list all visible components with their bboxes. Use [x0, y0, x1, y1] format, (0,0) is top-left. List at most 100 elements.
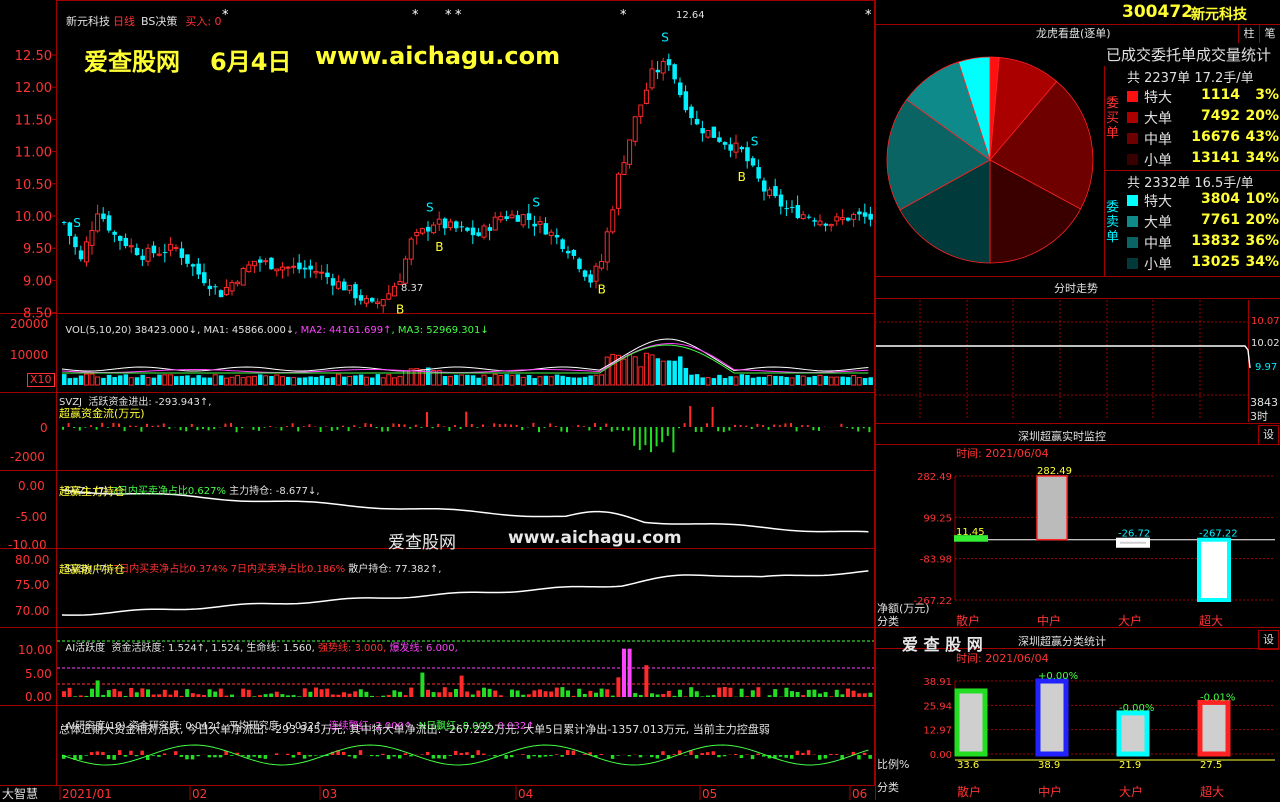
mode-title[interactable]: 龙虎看盘(逐单): [1036, 25, 1111, 41]
candle-body: [152, 246, 157, 254]
ai-bar: [549, 691, 553, 697]
volume-bar: [751, 378, 756, 385]
research-bar: [611, 755, 615, 759]
research-bar: [600, 754, 604, 755]
ai-bar: [185, 689, 189, 697]
svzj-bar: [504, 424, 506, 427]
ai-strong: 强势线: 3.000,: [315, 643, 390, 654]
classify-axis-unit: 比例%: [877, 756, 909, 772]
candle-body: [443, 219, 448, 229]
candle-body: [504, 216, 509, 219]
candle-body: [180, 248, 185, 258]
volume-bar: [426, 367, 431, 385]
monitor-axis-label: 282.49: [917, 472, 952, 483]
classify-category-label: 超大: [1200, 784, 1224, 799]
svzj-bar: [381, 427, 383, 432]
candle-body: [348, 285, 352, 290]
vol-name: VOL(5,10,20): [65, 325, 131, 336]
ai-bar: [471, 694, 475, 697]
svzj-bar: [600, 427, 602, 430]
svzj-bar: [723, 427, 725, 432]
candle-body: [706, 130, 710, 137]
research-bar: [174, 751, 178, 755]
candle-body: [219, 290, 224, 297]
candle-body: [678, 83, 683, 96]
ai-axis-10: 10.00: [18, 643, 52, 657]
volume-bar: [824, 376, 829, 385]
svzj-bar: [639, 427, 641, 450]
research-bar: [84, 755, 88, 756]
order-row-percent: 43%: [1245, 129, 1279, 145]
tick-mode-button[interactable]: 笔: [1259, 25, 1280, 43]
candle-body: [336, 282, 340, 288]
research-bar: [432, 755, 436, 759]
bar-mode-button[interactable]: 柱: [1238, 25, 1259, 43]
candle-body: [650, 69, 654, 88]
research-bar: [387, 755, 391, 759]
svzj-bar: [566, 427, 568, 432]
research-bar: [454, 751, 458, 755]
ai-bar: [712, 695, 716, 697]
volume-bar: [712, 378, 717, 385]
volume-bar: [857, 378, 861, 385]
svzj-bar: [555, 426, 557, 427]
order-row-swatch: [1127, 133, 1138, 144]
strategy-label[interactable]: BS决策: [141, 15, 177, 28]
date-label: 2021/01: [62, 787, 112, 800]
order-row-percent: 20%: [1245, 212, 1279, 228]
volume-bar: [510, 375, 514, 385]
svzj-bar: [398, 424, 400, 427]
svzj-bar: [426, 412, 428, 427]
svzj-bar: [628, 427, 630, 430]
ai-bar: [801, 695, 805, 697]
volume-bar: [152, 378, 157, 385]
event-star: *: [620, 8, 627, 23]
monitor-bar: [1118, 540, 1148, 546]
research-bar: [639, 755, 643, 757]
volume-bar: [499, 375, 503, 385]
svzj-bar: [79, 427, 81, 431]
svzj-bar: [745, 426, 747, 427]
period-label[interactable]: 日线: [113, 15, 135, 28]
ai-bar: [353, 691, 357, 697]
candle-body: [157, 254, 161, 255]
svzj-bar: [644, 427, 646, 445]
candle-body: [863, 212, 868, 216]
svzj-bar: [549, 423, 551, 427]
svzj-bar: [84, 427, 86, 428]
ai-bar: [118, 691, 122, 697]
ai-bar: [672, 696, 676, 697]
ai-bar: [247, 690, 251, 697]
ai-bar: [381, 696, 385, 697]
svzj-bar: [751, 427, 753, 429]
order-row-swatch: [1127, 91, 1138, 102]
candle-body: [516, 215, 521, 222]
stock-name[interactable]: 新元科技: [66, 15, 110, 28]
candle-body: [202, 272, 207, 283]
research-bar: [342, 752, 346, 755]
candle-body: [745, 147, 750, 161]
ai-bar: [73, 696, 77, 697]
order-row-label: 大单: [1144, 108, 1172, 128]
volume-bar: [790, 378, 794, 385]
svzj-bar: [331, 427, 333, 431]
svzj-bar: [521, 427, 523, 430]
monitor-settings-button[interactable]: 设: [1258, 425, 1279, 445]
watermark-site: 爱查股网: [84, 42, 180, 77]
svzj-bar: [152, 426, 154, 427]
volume-bar: [796, 375, 801, 385]
candle-body: [656, 70, 661, 73]
volume-bar: [644, 353, 648, 385]
svzj-bar: [364, 423, 366, 427]
order-row: 小单1314134%: [1125, 150, 1280, 170]
research-bars: [62, 745, 872, 765]
classify-settings-button[interactable]: 设: [1258, 630, 1279, 650]
ai-bar: [824, 692, 828, 697]
svzj-bar: [213, 427, 215, 429]
volume-bar: [504, 374, 509, 385]
ai-bar: [208, 689, 212, 697]
candle-body: [779, 195, 784, 207]
ai-bar: [840, 694, 844, 697]
svzj-bar: [756, 424, 758, 427]
ai-bar: [308, 692, 312, 697]
